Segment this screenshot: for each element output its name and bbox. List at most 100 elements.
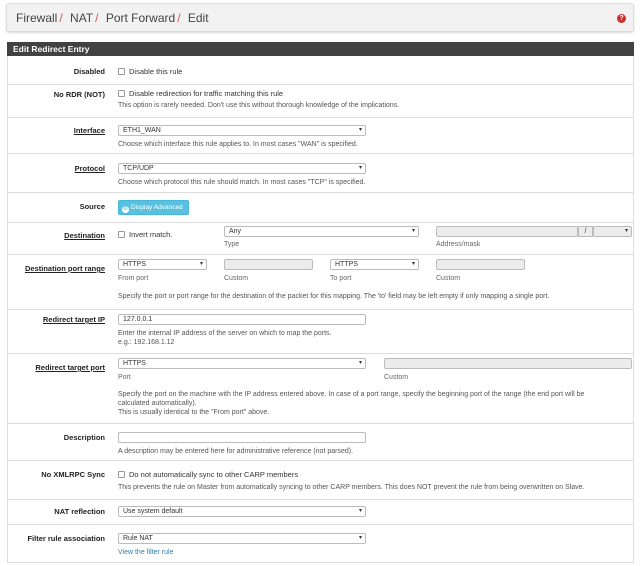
row-filter-rule-association: Filter rule association Rule NAT ▾ View … <box>7 525 634 563</box>
interface-select[interactable]: ETH1_WAN ▾ <box>118 125 366 136</box>
redirect-target-ip-help: Enter the internal IP address of the ser… <box>118 330 332 337</box>
view-filter-rule-link[interactable]: View the filter rule <box>118 549 174 556</box>
no-rdr-checkbox[interactable] <box>118 90 125 97</box>
row-disabled: Disabled Disable this rule <box>7 56 634 85</box>
destination-type-select[interactable]: Any ▾ <box>224 226 419 237</box>
protocol-label: Protocol <box>74 164 105 173</box>
from-port-value: HTTPS <box>123 261 146 268</box>
description-help: A description may be entered here for ad… <box>118 448 354 455</box>
no-xmlrpc-checkbox-label: Do not automatically sync to other CARP … <box>129 470 299 479</box>
row-no-xmlrpc-sync: No XMLRPC Sync Do not automatically sync… <box>7 461 634 500</box>
no-rdr-label: No RDR (NOT) <box>53 90 105 99</box>
page-header: Firewall / NAT / Port Forward / Edit ? <box>6 3 634 32</box>
destination-mask-slash: / <box>578 226 593 237</box>
redirect-target-port-help-3: This is usually identical to the "From p… <box>118 409 270 416</box>
chevron-down-icon: ▾ <box>199 261 203 267</box>
breadcrumb-edit: Edit <box>187 11 209 25</box>
no-xmlrpc-checkbox[interactable] <box>118 471 125 478</box>
panel-title: Edit Redirect Entry <box>7 42 634 56</box>
redirect-target-port-label: Redirect target port <box>35 363 105 372</box>
chevron-down-icon: ▾ <box>358 535 362 541</box>
from-port-caption: From port <box>118 275 149 282</box>
chevron-down-icon: ▾ <box>358 508 362 514</box>
description-input[interactable] <box>118 432 366 443</box>
help-icon[interactable]: ? <box>617 14 626 23</box>
destination-type-value: Any <box>229 228 242 235</box>
display-advanced-label: Display Advanced <box>131 204 183 211</box>
nat-reflection-value: Use system default <box>123 508 183 515</box>
row-interface: Interface ETH1_WAN ▾ Choose which interf… <box>7 118 634 154</box>
no-xmlrpc-label: No XMLRPC Sync <box>41 470 105 479</box>
disabled-label: Disabled <box>73 67 105 76</box>
chevron-down-icon: ▾ <box>411 261 415 267</box>
from-port-custom-caption: Custom <box>224 275 249 282</box>
disabled-checkbox[interactable] <box>118 68 125 75</box>
redirect-target-port-value: HTTPS <box>123 360 146 367</box>
chevron-down-icon: ▾ <box>358 127 362 133</box>
breadcrumb-separator: / <box>59 11 63 25</box>
destination-port-range-label: Destination port range <box>24 264 105 273</box>
from-port-custom-input[interactable] <box>224 259 313 270</box>
to-port-select[interactable]: HTTPS ▾ <box>330 259 419 270</box>
row-redirect-target-ip: Redirect target IP 127.0.0.1 Enter the i… <box>7 310 634 354</box>
no-rdr-help: This option is rarely needed. Don't use … <box>118 102 400 109</box>
redirect-target-port-help-2: calculated automatically). <box>118 400 197 407</box>
redirect-target-port-custom-input[interactable] <box>384 358 632 369</box>
destination-label: Destination <box>64 231 105 240</box>
redirect-target-ip-label: Redirect target IP <box>42 315 105 324</box>
row-description: Description A description may be entered… <box>7 424 634 461</box>
to-port-custom-input[interactable] <box>436 259 525 270</box>
breadcrumb: Firewall / NAT / Port Forward / Edit <box>16 11 209 25</box>
description-label: Description <box>63 433 105 442</box>
to-port-caption: To port <box>330 275 352 282</box>
chevron-down-icon: ▾ <box>411 228 415 234</box>
row-redirect-target-port: Redirect target port HTTPS ▾ Port Custom… <box>7 354 634 424</box>
chevron-down-icon: ▾ <box>358 360 362 366</box>
breadcrumb-port-forward[interactable]: Port Forward <box>106 11 175 25</box>
nat-reflection-select[interactable]: Use system default ▾ <box>118 506 366 517</box>
filter-rule-association-value: Rule NAT <box>123 535 153 542</box>
redirect-port-caption: Port <box>118 374 131 381</box>
to-port-value: HTTPS <box>335 261 358 268</box>
filter-rule-association-select[interactable]: Rule NAT ▾ <box>118 533 366 544</box>
no-rdr-checkbox-label: Disable redirection for traffic matching… <box>129 89 284 98</box>
row-protocol: Protocol TCP/UDP ▾ Choose which protocol… <box>7 154 634 193</box>
interface-help: Choose which interface this rule applies… <box>118 141 358 148</box>
destination-invert-label: Invert match. <box>129 230 173 239</box>
protocol-select[interactable]: TCP/UDP ▾ <box>118 163 366 174</box>
redirect-target-port-help-1: Specify the port on the machine with the… <box>118 391 585 398</box>
disabled-checkbox-label: Disable this rule <box>129 67 183 76</box>
source-label: Source <box>79 202 105 211</box>
redirect-port-custom-caption: Custom <box>384 374 409 381</box>
destination-port-help: Specify the port or port range for the d… <box>118 293 550 300</box>
display-advanced-button[interactable]: ⚙ Display Advanced <box>118 200 189 215</box>
to-port-custom-caption: Custom <box>436 275 461 282</box>
interface-select-value: ETH1_WAN <box>123 127 161 134</box>
destination-address-caption: Address/mask <box>436 241 481 248</box>
destination-invert-checkbox[interactable] <box>118 231 125 238</box>
chevron-down-icon: ▾ <box>624 228 628 234</box>
destination-mask-select[interactable]: ▾ <box>593 226 632 237</box>
breadcrumb-firewall[interactable]: Firewall <box>16 11 57 25</box>
interface-label: Interface <box>73 126 105 135</box>
chevron-down-icon: ▾ <box>358 165 362 171</box>
breadcrumb-separator: / <box>177 11 181 25</box>
destination-type-caption: Type <box>224 241 240 248</box>
from-port-select[interactable]: HTTPS ▾ <box>118 259 207 270</box>
gear-icon: ⚙ <box>122 206 129 213</box>
row-source: Source ⚙ Display Advanced <box>7 193 634 223</box>
breadcrumb-separator: / <box>95 11 99 25</box>
redirect-target-port-select[interactable]: HTTPS ▾ <box>118 358 366 369</box>
no-xmlrpc-help: This prevents the rule on Master from au… <box>118 484 585 491</box>
breadcrumb-nat[interactable]: NAT <box>70 11 93 25</box>
redirect-target-ip-example: e.g.: 192.168.1.12 <box>118 339 175 346</box>
nat-reflection-label: NAT reflection <box>54 507 105 516</box>
redirect-target-ip-input[interactable]: 127.0.0.1 <box>118 314 366 325</box>
row-destination: Destination Invert match. Any ▾ Type / ▾… <box>7 223 634 255</box>
row-no-rdr: No RDR (NOT) Disable redirection for tra… <box>7 85 634 118</box>
filter-rule-association-label: Filter rule association <box>27 534 105 543</box>
destination-address-input[interactable] <box>436 226 578 237</box>
protocol-select-value: TCP/UDP <box>123 165 154 172</box>
row-nat-reflection: NAT reflection Use system default ▾ <box>7 500 634 525</box>
row-destination-port-range: Destination port range HTTPS ▾ From port… <box>7 255 634 310</box>
